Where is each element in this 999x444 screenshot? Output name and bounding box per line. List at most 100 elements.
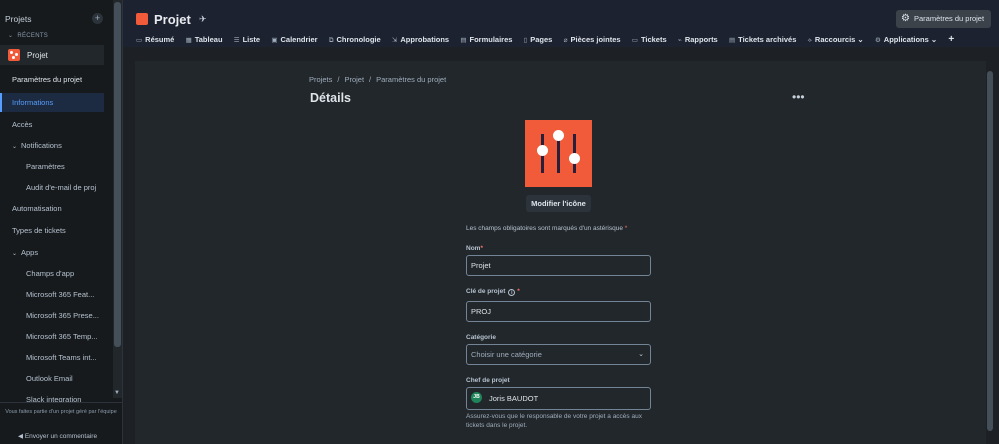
- tab-label: Résumé: [145, 35, 175, 44]
- recents-toggle[interactable]: ⌄ RÉCENTS: [8, 32, 48, 39]
- required-asterisk: *: [624, 225, 628, 232]
- required-fields-note: Les champs obligatoires sont marqués d'u…: [466, 225, 627, 232]
- required-note-text: Les champs obligatoires sont marqués d'u…: [466, 225, 623, 232]
- sidebar-scrollbar[interactable]: ▼: [113, 0, 122, 398]
- tab-label: Pages: [530, 35, 553, 44]
- sidebar-item-label: Apps: [21, 248, 39, 257]
- sidebar-item-outlook-email[interactable]: Outlook Email: [0, 369, 104, 388]
- key-label: Clé de projet i *: [466, 288, 520, 296]
- page-icon: ▯: [523, 37, 528, 44]
- feedback-label: Envoyer un commentaire: [24, 433, 98, 440]
- tab-pages[interactable]: ▯ Pages: [524, 35, 553, 44]
- tab-resume[interactable]: ▭ Résumé: [136, 35, 174, 44]
- sidebar-item-ms365-feat[interactable]: Microsoft 365 Feat...: [0, 285, 104, 304]
- tab-label: Tickets: [640, 35, 667, 44]
- tab-raccourcis[interactable]: ⟡ Raccourcis ⌄: [808, 35, 864, 45]
- sidebar-item-app-fields[interactable]: Champs d'app: [0, 264, 104, 283]
- sidebar-item-automatisation[interactable]: Automatisation: [0, 199, 104, 218]
- tab-label: Calendrier: [280, 35, 318, 44]
- name-label-text: Nom: [466, 245, 481, 252]
- sidebar-footer: Vous faites partie d'un projet géré par …: [0, 402, 122, 444]
- project-settings-button[interactable]: ⚙ Paramètres du projet: [896, 10, 991, 28]
- sidebar-item-parametres[interactable]: Paramètres: [0, 157, 104, 176]
- tab-pieces-jointes[interactable]: ⌀ Pièces jointes: [564, 35, 621, 44]
- edit-icon-button[interactable]: Modifier l'icône: [526, 195, 591, 212]
- more-actions-icon[interactable]: •••: [792, 90, 805, 104]
- category-placeholder: Choisir une catégorie: [471, 350, 542, 359]
- sidebar-item-notifications[interactable]: ⌄ Notifications: [0, 136, 104, 155]
- approval-icon: ⇲: [391, 37, 398, 44]
- scrollbar-thumb[interactable]: [987, 71, 993, 431]
- sidebar-item-ms365-prese[interactable]: Microsoft 365 Prese...: [0, 306, 104, 325]
- breadcrumb-projets[interactable]: Projets: [309, 75, 332, 84]
- name-field[interactable]: Projet: [466, 255, 651, 276]
- tab-chronologie[interactable]: ⧉ Chronologie: [329, 35, 381, 45]
- sidebar-item-email-audit[interactable]: Audit d'e-mail de proj: [0, 178, 104, 197]
- team-managed-note: Vous faites partie d'un projet géré par …: [5, 409, 117, 415]
- breadcrumb-separator: /: [369, 75, 372, 84]
- project-lead-label: Chef de projet: [466, 377, 510, 384]
- scroll-down-icon[interactable]: ▼: [114, 390, 120, 396]
- project-avatar-large: [525, 120, 592, 187]
- tab-label: Rapports: [684, 35, 718, 44]
- project-header: Projet ✈ ⚙ Paramètres du projet ▭ Résumé …: [123, 0, 999, 47]
- project-lead-name: Joris BAUDOT: [489, 394, 539, 403]
- breadcrumb-settings[interactable]: Paramètres du projet: [376, 75, 446, 84]
- attachment-icon: ⌀: [563, 37, 568, 44]
- tab-label: Pièces jointes: [570, 35, 621, 44]
- info-icon[interactable]: i: [508, 289, 516, 296]
- category-label: Catégorie: [466, 334, 496, 341]
- sidebar-item-acces[interactable]: Accès: [0, 115, 104, 134]
- required-asterisk: *: [480, 245, 483, 252]
- tab-tickets-archives[interactable]: ▤ Tickets archivés: [729, 35, 796, 44]
- project-tabs: ▭ Résumé ▦ Tableau ☰ Liste ▣ Calendrier ⧉ Chr…: [136, 34, 963, 46]
- add-tab-button[interactable]: +: [948, 34, 954, 45]
- required-asterisk: *: [517, 288, 520, 295]
- tab-formulaires[interactable]: ▤ Formulaires: [460, 35, 512, 44]
- sidebar-item-issue-types[interactable]: Types de tickets: [0, 221, 104, 240]
- tab-applications[interactable]: ⚙ Applications ⌄: [875, 35, 937, 44]
- project-title: Projet: [154, 12, 191, 27]
- breadcrumb-separator: /: [337, 75, 340, 84]
- project-avatar-icon: [8, 49, 20, 61]
- tab-calendrier[interactable]: ▣ Calendrier: [271, 35, 317, 44]
- breadcrumb-projet[interactable]: Projet: [344, 75, 364, 84]
- apps-icon: ⚙: [874, 37, 881, 44]
- settings-button-label: Paramètres du projet: [914, 14, 985, 23]
- tab-label: Tickets archivés: [738, 35, 797, 44]
- timeline-icon: ⧉: [328, 37, 334, 44]
- chevron-down-icon: ⌄: [8, 33, 14, 39]
- list-icon: ☰: [233, 37, 240, 44]
- add-project-button[interactable]: +: [92, 13, 103, 24]
- feedback-button[interactable]: ◀ Envoyer un commentaire: [18, 432, 97, 440]
- project-key-field[interactable]: PROJ: [466, 301, 651, 322]
- tab-label: Formulaires: [469, 35, 513, 44]
- key-label-text: Clé de projet: [466, 288, 506, 295]
- content-scrollbar[interactable]: [986, 61, 994, 444]
- project-lead-help: Assurez-vous que le responsable de votre…: [466, 413, 642, 429]
- tab-approbations[interactable]: ⇲ Approbations: [392, 35, 449, 44]
- tab-tableau[interactable]: ▦ Tableau: [186, 35, 223, 44]
- sidebar-item-project-settings: Paramètres du projet: [12, 75, 83, 84]
- calendar-icon: ▣: [271, 37, 278, 44]
- sidebar-project[interactable]: Projet: [0, 45, 104, 65]
- report-icon: ⌁: [677, 37, 682, 44]
- name-label: Nom*: [466, 245, 483, 252]
- sidebar-item-informations[interactable]: Informations: [0, 93, 104, 112]
- board-icon: ▦: [185, 37, 192, 44]
- sidebar-project-label: Projet: [27, 51, 48, 60]
- sidebar-item-ms-teams[interactable]: Microsoft Teams int...: [0, 348, 104, 367]
- tab-tickets[interactable]: ▭ Tickets: [632, 35, 667, 44]
- avatar: JB: [471, 392, 482, 403]
- recents-label: RÉCENTS: [17, 33, 49, 39]
- scrollbar-thumb[interactable]: [114, 2, 121, 347]
- sidebar-item-ms365-temp[interactable]: Microsoft 365 Temp...: [0, 327, 104, 346]
- sidebar-item-apps[interactable]: ⌄ Apps: [0, 243, 104, 262]
- tab-label: Liste: [242, 35, 261, 44]
- tab-rapports[interactable]: ⌁ Rapports: [678, 35, 718, 44]
- category-select[interactable]: Choisir une catégorie ⌄: [466, 344, 651, 365]
- rocket-icon[interactable]: ✈: [199, 14, 207, 25]
- tab-liste[interactable]: ☰ Liste: [234, 35, 260, 44]
- sidebar-header: Projets: [5, 14, 32, 24]
- project-lead-field[interactable]: JB Joris BAUDOT: [466, 387, 651, 410]
